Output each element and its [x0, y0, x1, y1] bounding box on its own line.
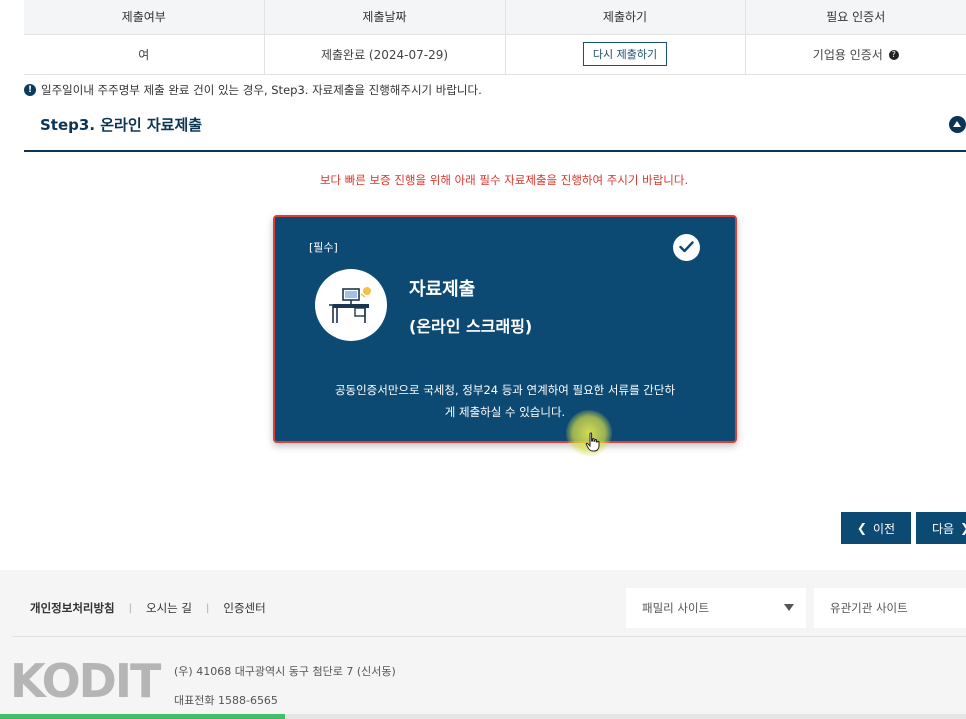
- step-divider: [24, 150, 966, 152]
- resubmit-button[interactable]: 다시 제출하기: [582, 42, 668, 66]
- certificate-label: 기업용 인증서: [812, 47, 883, 62]
- header-submit-date: 제출날짜: [264, 0, 506, 35]
- required-notice: 보다 빠른 보증 진행을 위해 아래 필수 자료제출을 진행하여 주시기 바랍니…: [319, 173, 689, 187]
- prev-button-label: 이전: [872, 521, 896, 536]
- kodit-logo: KODIT: [10, 654, 161, 708]
- footer-separator: |: [128, 602, 133, 614]
- hand-cursor-icon: [585, 432, 600, 452]
- online-scraping-card[interactable]: [필수] 자료제출 (온라인 스크래핑) 공동인증서만으로 국세청, 정부24 …: [273, 215, 737, 443]
- desk-computer-icon: [315, 269, 387, 341]
- cell-action: 다시 제출하기: [505, 34, 746, 75]
- family-site-select[interactable]: 패밀리 사이트: [626, 588, 806, 628]
- related-site-select[interactable]: 유관기관 사이트: [814, 588, 966, 628]
- card-description-line2: 게 제출하실 수 있습니다.: [444, 405, 566, 419]
- site-footer: 개인정보처리방침 | 오시는 길 | 인증센터 패밀리 사이트 유관기관 사이트…: [0, 570, 966, 719]
- footer-separator: |: [206, 602, 210, 614]
- table-header-row: 제출여부 제출날짜 제출하기 필요 인증서: [24, 0, 966, 35]
- required-tag: [필수]: [309, 241, 338, 254]
- card-title: 자료제출: [409, 279, 476, 300]
- check-circle-icon: [673, 234, 700, 261]
- cell-date: 제출완료 (2024-07-29): [264, 34, 506, 75]
- submission-table: 제출여부 제출날짜 제출하기 필요 인증서 여 제출완료 (2024-07-29…: [24, 0, 966, 75]
- card-description-line1: 공동인증서만으로 국세청, 정부24 등과 연계하여 필요한 서류를 간단하: [334, 383, 676, 397]
- header-submit-status: 제출여부: [24, 0, 265, 35]
- family-site-label: 패밀리 사이트: [642, 601, 710, 615]
- footer-divider: [12, 636, 966, 637]
- card-subtitle: (온라인 스크래핑): [409, 317, 533, 336]
- help-icon[interactable]: ?: [888, 50, 899, 60]
- footer-links: 개인정보처리방침 | 오시는 길 | 인증센터: [30, 600, 266, 616]
- step-title: Step3. 온라인 자료제출: [40, 116, 203, 134]
- chevron-left-icon: ❮: [856, 521, 867, 535]
- cell-status: 여: [24, 34, 265, 75]
- caret-down-icon: [784, 604, 794, 611]
- header-required-cert: 필요 인증서: [745, 0, 966, 35]
- header-submit-action: 제출하기: [505, 0, 746, 35]
- cell-certificate: 기업용 인증서 ?: [745, 34, 966, 75]
- card-description: 공동인증서만으로 국세청, 정부24 등과 연계하여 필요한 서류를 간단하 게…: [305, 379, 705, 423]
- video-progress-fill: [0, 714, 285, 719]
- info-icon: !: [24, 84, 36, 96]
- table-row: 여 제출완료 (2024-07-29) 다시 제출하기 기업용 인증서 ?: [24, 34, 966, 75]
- video-progress-bar[interactable]: [0, 714, 966, 719]
- footer-phone: 대표전화 1588-6565: [174, 694, 278, 707]
- collapse-toggle-icon[interactable]: [949, 116, 966, 133]
- info-notice-text: 일주일이내 주주명부 제출 완료 건이 있는 경우, Step3. 자료제출을 …: [41, 83, 482, 97]
- chevron-right-icon: ❯: [960, 521, 966, 535]
- prev-button[interactable]: ❮ 이전: [841, 512, 911, 544]
- related-site-label: 유관기관 사이트: [830, 601, 908, 615]
- next-button-label: 다음: [932, 521, 955, 536]
- directions-link[interactable]: 오시는 길: [146, 600, 192, 616]
- footer-address: (우) 41068 대구광역시 동구 첨단로 7 (신서동): [174, 665, 396, 678]
- cert-center-link[interactable]: 인증센터: [223, 600, 265, 616]
- privacy-policy-link[interactable]: 개인정보처리방침: [30, 600, 115, 616]
- next-button[interactable]: 다음 ❯: [916, 512, 966, 544]
- info-notice: ! 일주일이내 주주명부 제출 완료 건이 있는 경우, Step3. 자료제출…: [24, 82, 482, 98]
